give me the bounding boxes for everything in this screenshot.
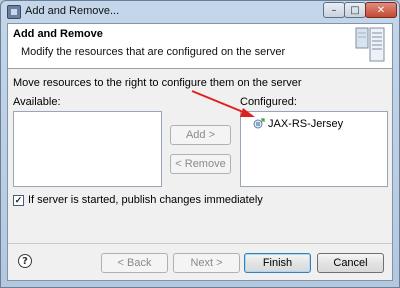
window-title: Add and Remove... <box>25 5 120 17</box>
page-title: Add and Remove <box>13 28 103 40</box>
publish-checkbox[interactable]: ✓ <box>13 194 24 206</box>
add-button[interactable]: Add > <box>170 125 231 145</box>
minimize-button[interactable]: – <box>323 2 345 18</box>
dialog-client-area: Add and Remove Modify the resources that… <box>7 23 393 281</box>
available-list[interactable] <box>13 111 162 187</box>
server-banner-icon <box>355 27 385 62</box>
cancel-button[interactable]: Cancel <box>317 253 384 273</box>
app-icon <box>7 5 21 19</box>
title-bar[interactable]: Add and Remove... – □ ✕ <box>1 1 399 23</box>
publish-checkbox-label: If server is started, publish changes im… <box>28 194 263 206</box>
next-button[interactable]: Next > <box>173 253 240 273</box>
list-item[interactable]: JAX-RS-Jersey <box>253 117 343 131</box>
list-item-label: JAX-RS-Jersey <box>268 118 344 130</box>
dialog-window: Add and Remove... – □ ✕ Add and Remove M… <box>0 0 400 288</box>
available-label: Available: <box>13 96 61 108</box>
module-icon <box>253 118 265 129</box>
configured-list[interactable]: JAX-RS-Jersey <box>240 111 388 187</box>
instructions-text: Move resources to the right to configure… <box>13 77 302 89</box>
configured-label: Configured: <box>240 96 297 108</box>
footer-divider <box>8 243 392 244</box>
publish-option[interactable]: ✓ If server is started, publish changes … <box>13 194 263 206</box>
close-button[interactable]: ✕ <box>365 2 397 18</box>
remove-button[interactable]: < Remove <box>170 154 231 174</box>
wizard-header: Add and Remove Modify the resources that… <box>8 24 392 69</box>
finish-button[interactable]: Finish <box>244 253 311 273</box>
back-button[interactable]: < Back <box>101 253 168 273</box>
page-description: Modify the resources that are configured… <box>21 46 286 58</box>
help-button[interactable]: ? <box>18 254 32 268</box>
maximize-button[interactable]: □ <box>344 2 366 18</box>
